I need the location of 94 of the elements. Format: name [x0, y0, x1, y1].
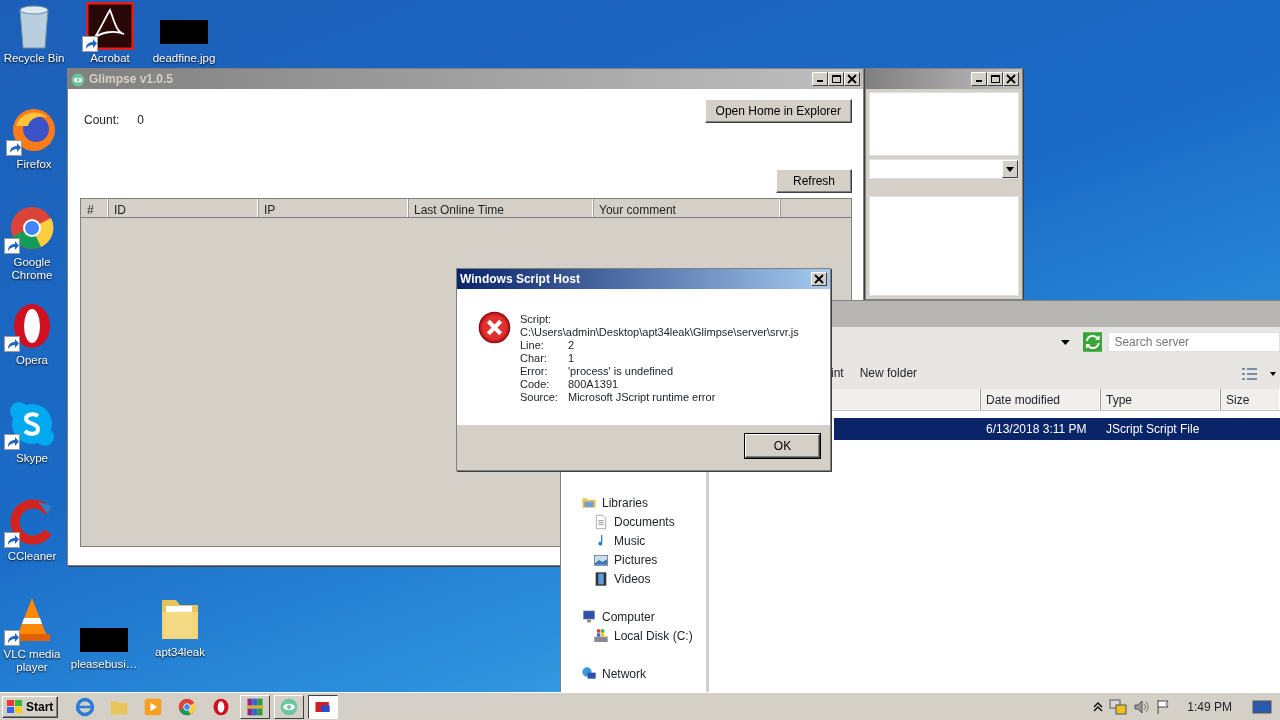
count-value: 0	[137, 112, 145, 129]
clock[interactable]: 1:49 PM	[1187, 697, 1232, 716]
count-label: Count:	[84, 112, 120, 129]
field-label: Line:	[520, 339, 545, 352]
document-icon	[593, 514, 609, 531]
eye-icon	[279, 696, 300, 717]
close-icon	[1005, 73, 1017, 85]
picture-icon	[593, 552, 609, 569]
column-header[interactable]: #	[81, 199, 108, 217]
date-cell-text: 6/13/2018 3:11 PM	[985, 421, 1088, 438]
globe-icon[interactable]	[10, 106, 58, 154]
icon-label[interactable]: Google Chrome	[0, 256, 64, 282]
open-home-button[interactable]: Open Home in Explorer	[704, 99, 852, 123]
icon-label[interactable]: VLC media player	[0, 648, 64, 674]
dropdown-field[interactable]	[869, 159, 1019, 179]
toolbar-item[interactable]: New folder	[859, 364, 918, 382]
icon-label[interactable]: Firefox	[16, 158, 52, 171]
icon-label[interactable]: Acrobat	[90, 52, 130, 65]
dropdown-arrow-icon	[1006, 166, 1014, 172]
field-label: Code:	[520, 378, 551, 391]
column-header[interactable]: Type	[1100, 389, 1220, 410]
dialog-title: Windows Script Host	[460, 271, 581, 288]
field-value: C:\Users\admin\Desktop\apt34leak\Glimpse\server\srvr.js	[520, 326, 799, 339]
maximize-icon	[989, 73, 1001, 85]
nav-item[interactable]: Computer	[602, 607, 655, 626]
close-button[interactable]	[844, 72, 860, 86]
cloud-icon[interactable]	[8, 400, 56, 448]
nav-item[interactable]: Music	[614, 531, 646, 550]
icon-label[interactable]: deadfine.jpg	[152, 52, 216, 65]
icon-label[interactable]: Opera	[16, 354, 48, 367]
icon-label[interactable]: CCleaner	[7, 550, 57, 563]
column-header[interactable]: Date modified	[980, 389, 1100, 410]
network-icon[interactable]	[1109, 698, 1128, 715]
field-label: Error:	[520, 365, 549, 378]
browser-icon[interactable]	[75, 696, 96, 717]
toolbar-item[interactable]: int	[831, 364, 844, 382]
nav-item[interactable]: Libraries	[602, 493, 649, 512]
search-field[interactable]: Search server	[1108, 332, 1280, 352]
field-value: 'process' is undefined	[568, 365, 674, 378]
column-header[interactable]: Last Online Time	[408, 199, 593, 217]
four-squares-icon	[7, 699, 23, 714]
nav-item[interactable]: Local Disk (C:)	[614, 626, 693, 645]
volume-icon[interactable]	[1133, 698, 1150, 715]
error-icon	[478, 311, 511, 344]
nav-item[interactable]: Pictures	[614, 550, 658, 569]
show-desktop-icon[interactable]	[1252, 699, 1272, 716]
circle-logo-icon[interactable]	[177, 696, 198, 717]
field-label: Script:	[520, 313, 553, 326]
circle-logo-icon[interactable]	[8, 204, 56, 252]
refresh-icon[interactable]	[1082, 332, 1103, 352]
file-row[interactable]: 6/13/2018 3:11 PM JScript Script File	[834, 418, 1280, 440]
window-title: Glimpse v1.0.5	[89, 71, 175, 88]
dropdown-arrow-icon[interactable]	[1061, 339, 1070, 345]
minimize-button[interactable]	[971, 72, 987, 86]
refresh-button[interactable]: Refresh	[775, 169, 852, 193]
close-button[interactable]	[811, 272, 827, 286]
field-value: Microsoft JScript runtime error	[568, 391, 716, 404]
field-value: 1	[568, 352, 575, 365]
view-options-icon[interactable]	[1242, 366, 1276, 381]
start-button[interactable]: Start	[2, 695, 59, 718]
film-icon	[593, 571, 609, 588]
column-header[interactable]: Size	[1220, 389, 1280, 410]
ok-button[interactable]: OK	[745, 434, 820, 458]
nav-item[interactable]: Videos	[614, 569, 651, 588]
minimize-icon	[817, 80, 823, 82]
close-icon	[846, 73, 858, 85]
type-cell-text: JScript Script File	[1105, 421, 1200, 438]
column-header[interactable]: ID	[108, 199, 258, 217]
close-icon	[813, 273, 825, 285]
nav-item[interactable]: Documents	[614, 512, 675, 531]
icon-label[interactable]: Skype	[16, 452, 48, 465]
show-hidden-icon[interactable]	[1093, 701, 1104, 712]
maximize-icon	[830, 73, 842, 85]
field-value: 800A1391	[568, 378, 619, 391]
drive-icon	[593, 628, 609, 645]
minimize-button[interactable]	[812, 72, 828, 86]
close-button[interactable]	[1003, 72, 1019, 86]
icon-label[interactable]: apt34leak	[155, 646, 205, 659]
icon-label[interactable]: Recycle Bin	[3, 52, 65, 65]
eye-icon	[71, 72, 85, 87]
minimize-icon	[976, 80, 982, 82]
column-header[interactable]: Your comment	[593, 199, 780, 217]
maximize-button[interactable]	[987, 72, 1003, 86]
taskbar-button[interactable]	[308, 694, 339, 719]
archive-icon	[245, 696, 266, 717]
swirl-icon[interactable]	[86, 2, 134, 50]
column-header[interactable]: IP	[258, 199, 408, 217]
icon-label[interactable]: pleasebusi…	[70, 658, 138, 671]
field-value: 2	[568, 339, 575, 352]
maximize-button[interactable]	[828, 72, 844, 86]
nav-item[interactable]: Network	[602, 664, 646, 683]
field-label: Char:	[520, 352, 548, 365]
field-label: Source:	[520, 391, 559, 404]
flag-icon[interactable]	[1155, 698, 1172, 715]
